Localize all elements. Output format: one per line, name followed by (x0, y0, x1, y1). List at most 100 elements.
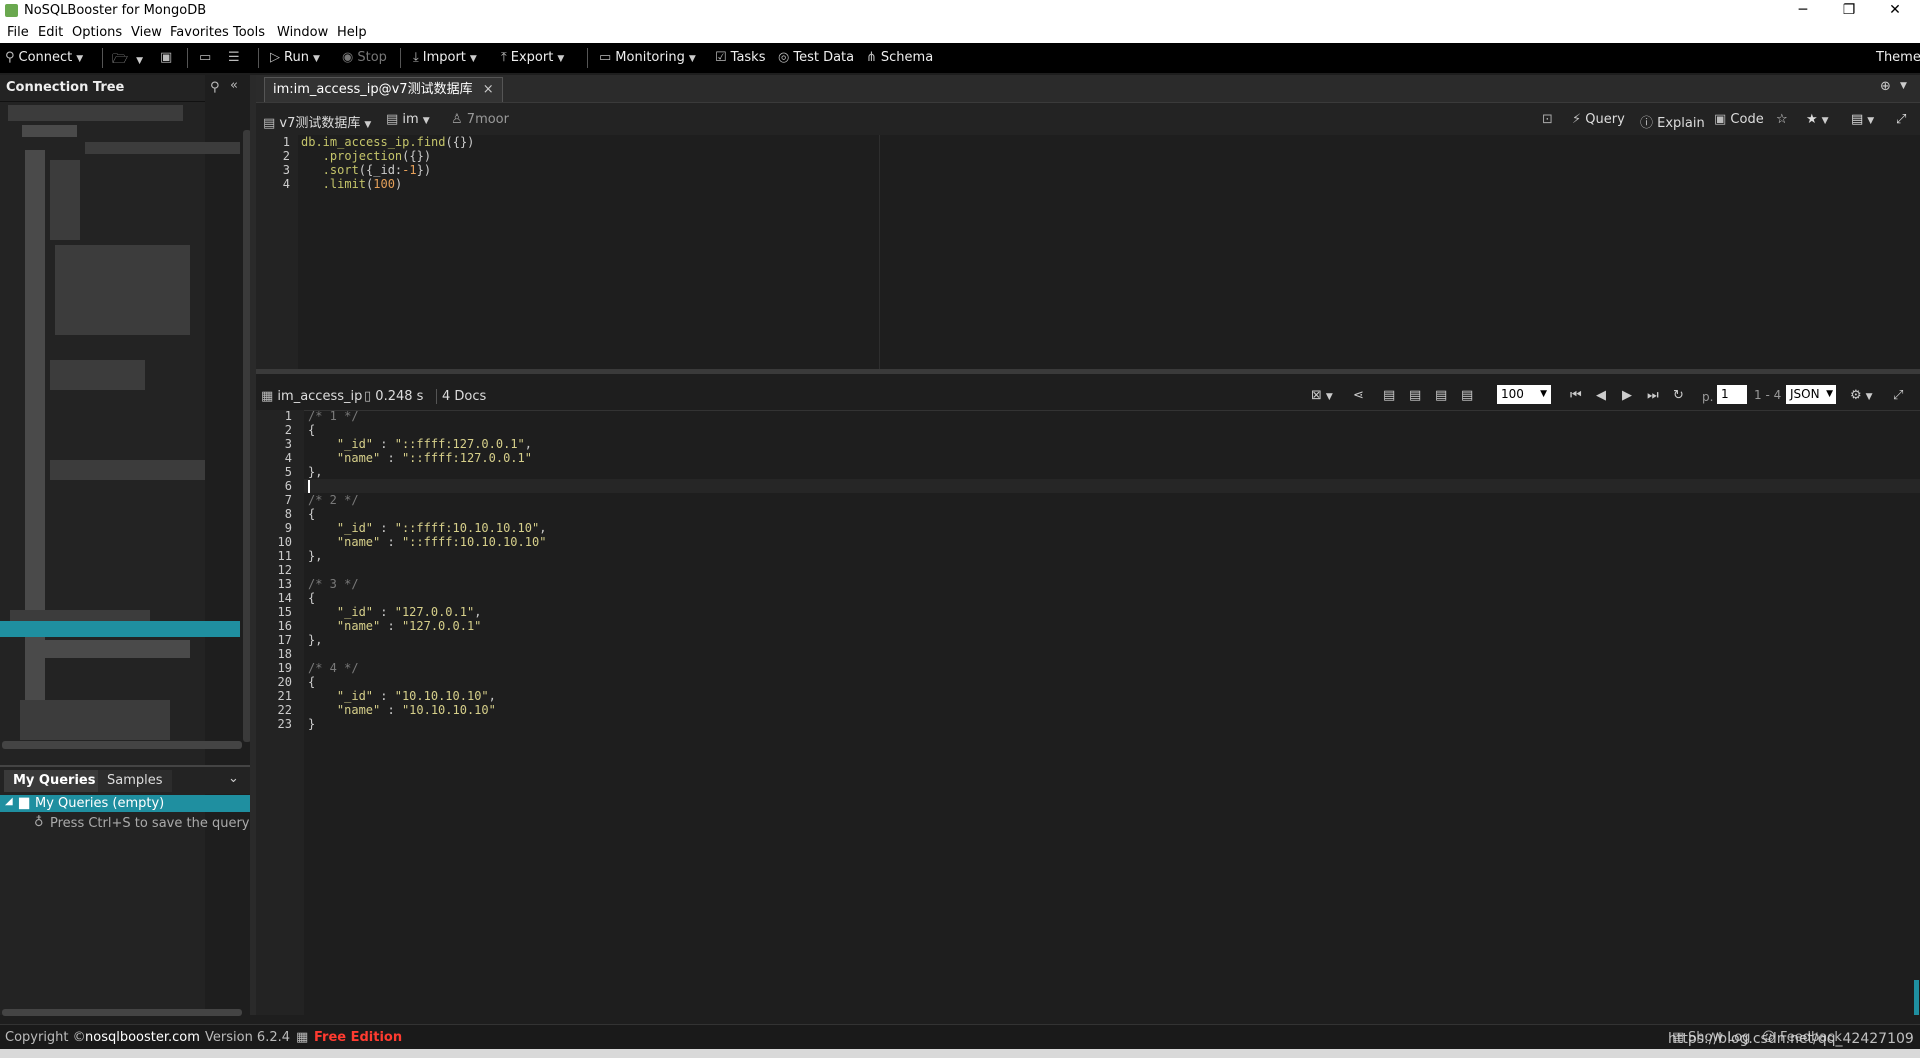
stop-button[interactable]: ◉ Stop (342, 50, 387, 65)
menu-edit[interactable]: Edit (38, 25, 63, 40)
site-link[interactable]: nosqlbooster.com (85, 1030, 200, 1045)
menu-options[interactable]: Options (72, 25, 122, 40)
json-line[interactable]: "_id" : "127.0.0.1", (308, 605, 546, 619)
search-icon[interactable]: ⚲ (210, 80, 220, 95)
my-queries-scrollbar[interactable] (2, 1009, 242, 1016)
menu-window[interactable]: Window (277, 25, 328, 40)
clipboard-icon[interactable]: ▤ ▼ (1851, 112, 1874, 127)
results-json[interactable]: /* 1 */{ "_id" : "::ffff:127.0.0.1", "na… (308, 409, 546, 731)
shell-button[interactable]: ▭ (199, 50, 215, 65)
view-mode-select[interactable]: JSON ▼ (1786, 385, 1836, 404)
tab-samples[interactable]: Samples (98, 770, 172, 792)
tree-item[interactable] (40, 640, 190, 658)
view-table-icon[interactable]: ▤ (1461, 388, 1473, 403)
schema-button[interactable]: ⋔ Schema (866, 50, 933, 65)
json-line[interactable]: { (308, 507, 546, 521)
query-button[interactable]: ⚡ Query (1572, 112, 1625, 127)
tasks-button[interactable]: ☑ Tasks (715, 50, 766, 65)
json-line[interactable] (308, 563, 546, 577)
page-size-select[interactable]: 100 ▼ (1497, 385, 1551, 404)
tree-item[interactable] (85, 142, 240, 154)
editor-code[interactable]: db.im_access_ip.find({}) .projection({})… (301, 135, 474, 191)
import-button[interactable]: ⤓ Import ▼ (413, 50, 477, 65)
json-line[interactable]: "_id" : "10.10.10.10", (308, 689, 546, 703)
last-page-icon[interactable]: ⏭ (1647, 388, 1659, 403)
json-line[interactable] (308, 647, 546, 661)
my-queries-root[interactable]: ◢ ▆ My Queries (empty) (0, 795, 250, 812)
refresh-icon[interactable]: ↻ (1673, 388, 1684, 403)
query-editor[interactable] (256, 135, 1920, 369)
tree-item-selected[interactable] (0, 621, 240, 637)
maximize-editor-icon[interactable]: ⤢ (1896, 112, 1906, 127)
code-button[interactable]: ▣ Code (1714, 112, 1764, 127)
tree-item[interactable] (20, 700, 170, 740)
test-data-button[interactable]: ◎ Test Data (778, 50, 854, 65)
json-line[interactable]: "_id" : "::ffff:10.10.10.10", (308, 521, 547, 535)
tree-item[interactable] (8, 105, 183, 121)
json-line[interactable]: /* 4 */ (308, 661, 546, 675)
menu-tools[interactable]: Tools (233, 25, 265, 40)
view-doc-icon[interactable]: ▤ (1383, 388, 1395, 403)
settings-gear-icon[interactable]: ⚙ ▼ (1850, 388, 1873, 403)
json-line[interactable]: "name" : "127.0.0.1" (308, 619, 546, 633)
share-icon[interactable]: ⋖ (1353, 388, 1364, 403)
json-line[interactable] (308, 479, 546, 493)
code-line[interactable]: .limit(100) (301, 177, 474, 191)
explain-button[interactable]: ⓘ Explain (1640, 112, 1705, 131)
add-tab-icon[interactable]: ⊕ (1880, 79, 1891, 94)
json-line[interactable]: }, (308, 633, 546, 647)
json-line[interactable]: { (308, 675, 546, 689)
edition-badge[interactable]: Free Edition (314, 1030, 402, 1045)
json-line[interactable]: }, (308, 465, 546, 479)
monitoring-button[interactable]: ▭ Monitoring ▼ (599, 50, 696, 65)
menu-favorites[interactable]: Favorites (170, 25, 229, 40)
tab-my-queries[interactable]: My Queries (4, 770, 105, 792)
maximize-results-icon[interactable]: ⤢ (1893, 388, 1903, 403)
restore-button[interactable]: ❐ (1826, 0, 1872, 21)
theme-button[interactable]: Theme (1876, 50, 1920, 65)
save-button[interactable]: ▣ (160, 50, 176, 65)
minimize-button[interactable]: ─ (1780, 0, 1826, 21)
json-line[interactable]: }, (308, 549, 546, 563)
lock-icon[interactable]: ⊡ (1542, 112, 1553, 127)
database-selector[interactable]: ▤ v7测试数据库 ▼ (263, 112, 371, 131)
json-line[interactable]: "name" : "::ffff:127.0.0.1" (308, 451, 546, 465)
close-tab-icon[interactable]: × (483, 82, 494, 97)
menu-view[interactable]: View (131, 25, 162, 40)
json-line[interactable]: { (308, 423, 546, 437)
view-tree-icon[interactable]: ▤ (1435, 388, 1447, 403)
json-line[interactable]: "name" : "::ffff:10.10.10.10" (308, 535, 547, 549)
first-page-icon[interactable]: ⏮ (1570, 388, 1582, 403)
favorites-menu-icon[interactable]: ★ ▼ (1806, 112, 1829, 127)
json-line[interactable]: "name" : "10.10.10.10" (308, 703, 546, 717)
tree-item[interactable] (55, 245, 190, 335)
tab-query-editor[interactable]: im:im_access_ip@v7测试数据库 × (264, 77, 503, 102)
json-line[interactable]: } (308, 717, 546, 731)
view-list-icon[interactable]: ▤ (1409, 388, 1421, 403)
collection-selector[interactable]: ▤ im ▼ (386, 112, 430, 127)
json-line[interactable]: /* 2 */ (308, 493, 546, 507)
json-line[interactable]: /* 3 */ (308, 577, 546, 591)
json-line[interactable]: "_id" : "::ffff:127.0.0.1", (308, 437, 546, 451)
open-button[interactable]: 🗁 ▼ (112, 50, 143, 72)
code-line[interactable]: db.im_access_ip.find({}) (301, 135, 474, 149)
menu-file[interactable]: File (7, 25, 29, 40)
close-window-button[interactable]: ✕ (1872, 0, 1918, 21)
excel-icon[interactable]: ⊠ ▼ (1311, 388, 1333, 403)
menu-help[interactable]: Help (337, 25, 367, 40)
favorite-star-icon[interactable]: ☆ (1776, 112, 1788, 127)
collapse-sidebar-icon[interactable]: « (230, 78, 238, 93)
next-page-icon[interactable]: ▶ (1622, 388, 1632, 403)
json-line[interactable]: { (308, 591, 546, 605)
tree-item[interactable] (50, 360, 145, 390)
previous-page-icon[interactable]: ◀ (1596, 388, 1606, 403)
results-scrollbar[interactable] (1914, 980, 1919, 1015)
json-line[interactable]: /* 1 */ (308, 409, 546, 423)
sql-button[interactable]: ☰ (228, 50, 244, 65)
export-button[interactable]: ⤒ Export ▼ (501, 50, 564, 65)
chevron-down-icon[interactable]: ▼ (1900, 81, 1907, 91)
tree-item[interactable] (22, 125, 77, 137)
tree-horizontal-scrollbar[interactable] (2, 741, 242, 749)
expand-icon[interactable]: ◢ (5, 796, 13, 807)
connect-button[interactable]: ⚲ Connect ▼ (5, 50, 83, 65)
